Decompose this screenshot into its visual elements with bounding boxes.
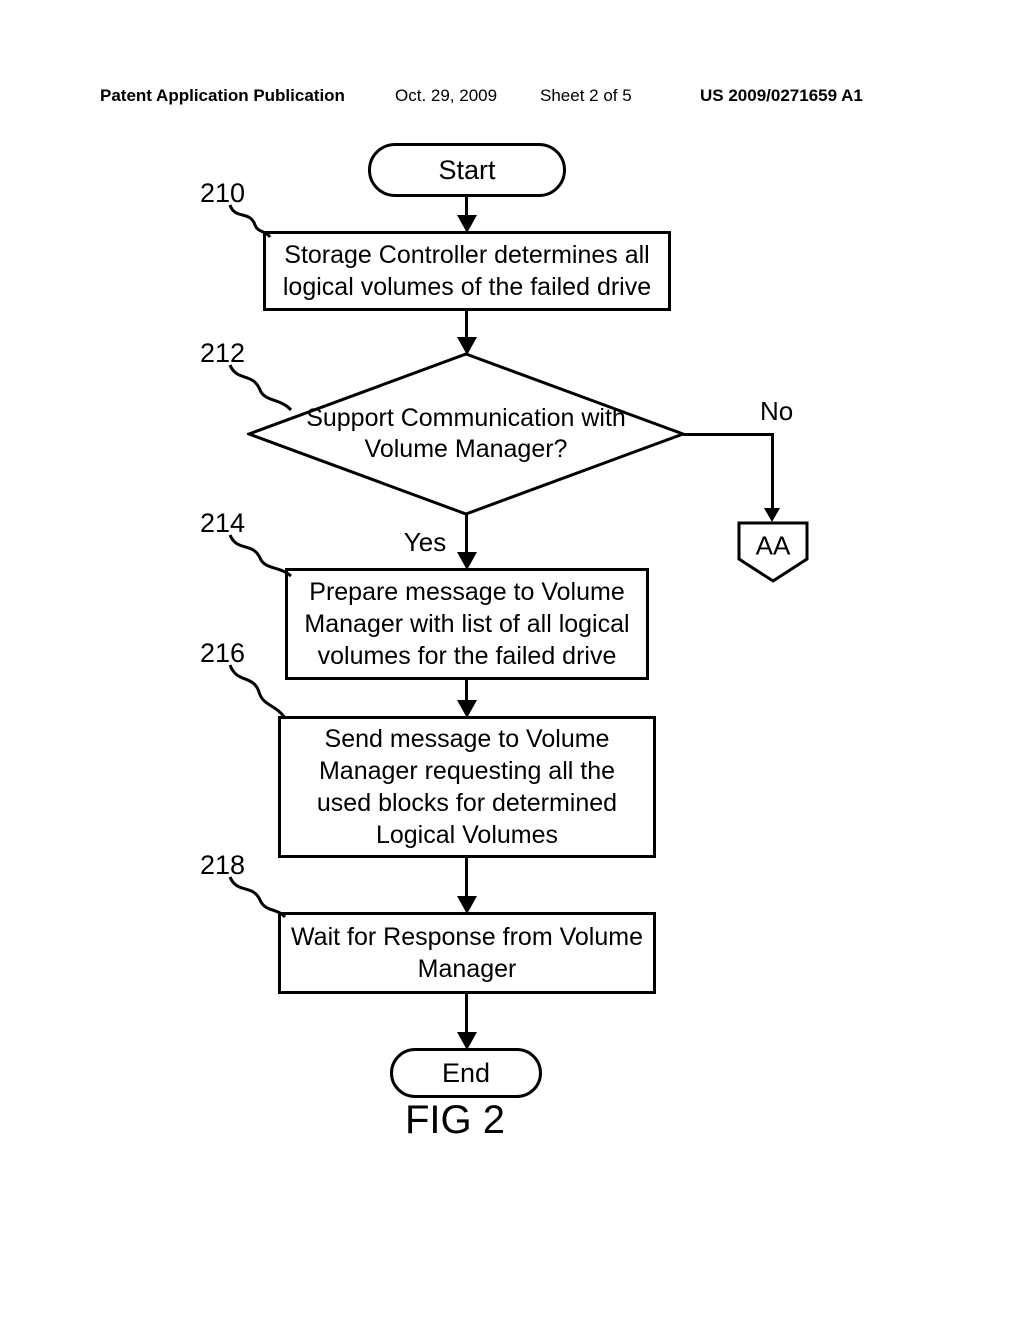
leader-line <box>225 200 273 240</box>
yes-label: Yes <box>390 526 460 559</box>
offpage-label: AA <box>756 530 791 561</box>
process-218-text: Wait for Response from Volume Manager <box>291 921 643 985</box>
end-label: End <box>442 1058 490 1089</box>
end-terminal: End <box>390 1048 542 1098</box>
leader-line <box>225 360 295 415</box>
decision-212-text: Support Communication with Volume Manage… <box>291 403 641 466</box>
process-216: Send message to Volume Manager requestin… <box>278 716 656 858</box>
connector <box>465 858 468 900</box>
process-210-text: Storage Controller determines all logica… <box>276 239 658 303</box>
sheet-label: Sheet 2 of 5 <box>540 86 632 106</box>
process-214-text: Prepare message to Volume Manager with l… <box>298 576 636 672</box>
process-218: Wait for Response from Volume Manager <box>278 912 656 994</box>
leader-line <box>225 872 290 922</box>
offpage-connector-aa: AA <box>737 521 809 583</box>
figure-label: FIG 2 <box>405 1098 505 1143</box>
connector <box>683 433 773 436</box>
process-210: Storage Controller determines all logica… <box>263 231 671 311</box>
connector <box>465 994 468 1036</box>
process-216-text: Send message to Volume Manager requestin… <box>291 723 643 851</box>
start-label: Start <box>438 155 495 186</box>
connector <box>771 433 774 511</box>
arrow-icon <box>764 508 780 522</box>
decision-212: Support Communication with Volume Manage… <box>247 352 685 516</box>
start-terminal: Start <box>368 143 566 197</box>
publication-number: US 2009/0271659 A1 <box>700 86 863 106</box>
publication-date: Oct. 29, 2009 <box>395 86 497 106</box>
publication-label: Patent Application Publication <box>100 86 345 106</box>
no-label: No <box>760 395 820 428</box>
leader-line <box>225 660 290 725</box>
leader-line <box>225 530 295 580</box>
process-214: Prepare message to Volume Manager with l… <box>285 568 649 680</box>
connector <box>465 514 468 556</box>
